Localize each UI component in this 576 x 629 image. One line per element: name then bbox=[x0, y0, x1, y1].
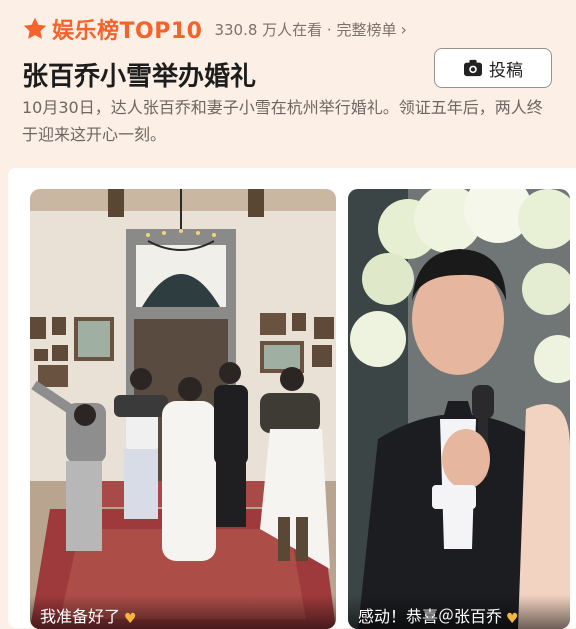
camera-icon bbox=[464, 59, 482, 77]
video-card-1[interactable]: 我准备好了 ♥ bbox=[30, 189, 336, 629]
video-caption-2: 感动！恭喜＠张百乔 ♥ bbox=[348, 595, 570, 629]
video-thumbnail-2 bbox=[348, 189, 570, 629]
news-summary: 10月30日，达人张百乔和妻子小雪在杭州举行婚礼。领证五年后，两人终于迎来这开心… bbox=[22, 98, 543, 144]
caption-text-1: 我准备好了 bbox=[40, 607, 121, 626]
viewer-count-link[interactable]: 330.8 万人在看 · 完整榜单 bbox=[214, 19, 396, 40]
ranking-header[interactable]: 娱乐榜TOP10 330.8 万人在看 · 完整榜单 › bbox=[22, 14, 407, 44]
video-caption-1: 我准备好了 ♥ bbox=[30, 595, 336, 629]
video-thumbnail-1 bbox=[30, 189, 336, 629]
video-card-2[interactable]: 感动！恭喜＠张百乔 ♥ bbox=[348, 189, 570, 629]
submit-button-label: 投稿 bbox=[489, 60, 523, 81]
submit-button[interactable]: 投稿 bbox=[434, 48, 552, 88]
heart-hands-icon: ♥ bbox=[124, 611, 137, 627]
heart-hands-icon: ♥ bbox=[506, 611, 519, 627]
chevron-right-icon[interactable]: › bbox=[400, 20, 406, 39]
ranking-title: 娱乐榜TOP10 bbox=[52, 19, 203, 44]
page-title: 张百乔小雪举办婚礼 bbox=[22, 62, 257, 92]
star-icon bbox=[23, 17, 47, 39]
caption-text-2: 感动！恭喜＠张百乔 bbox=[358, 607, 503, 626]
